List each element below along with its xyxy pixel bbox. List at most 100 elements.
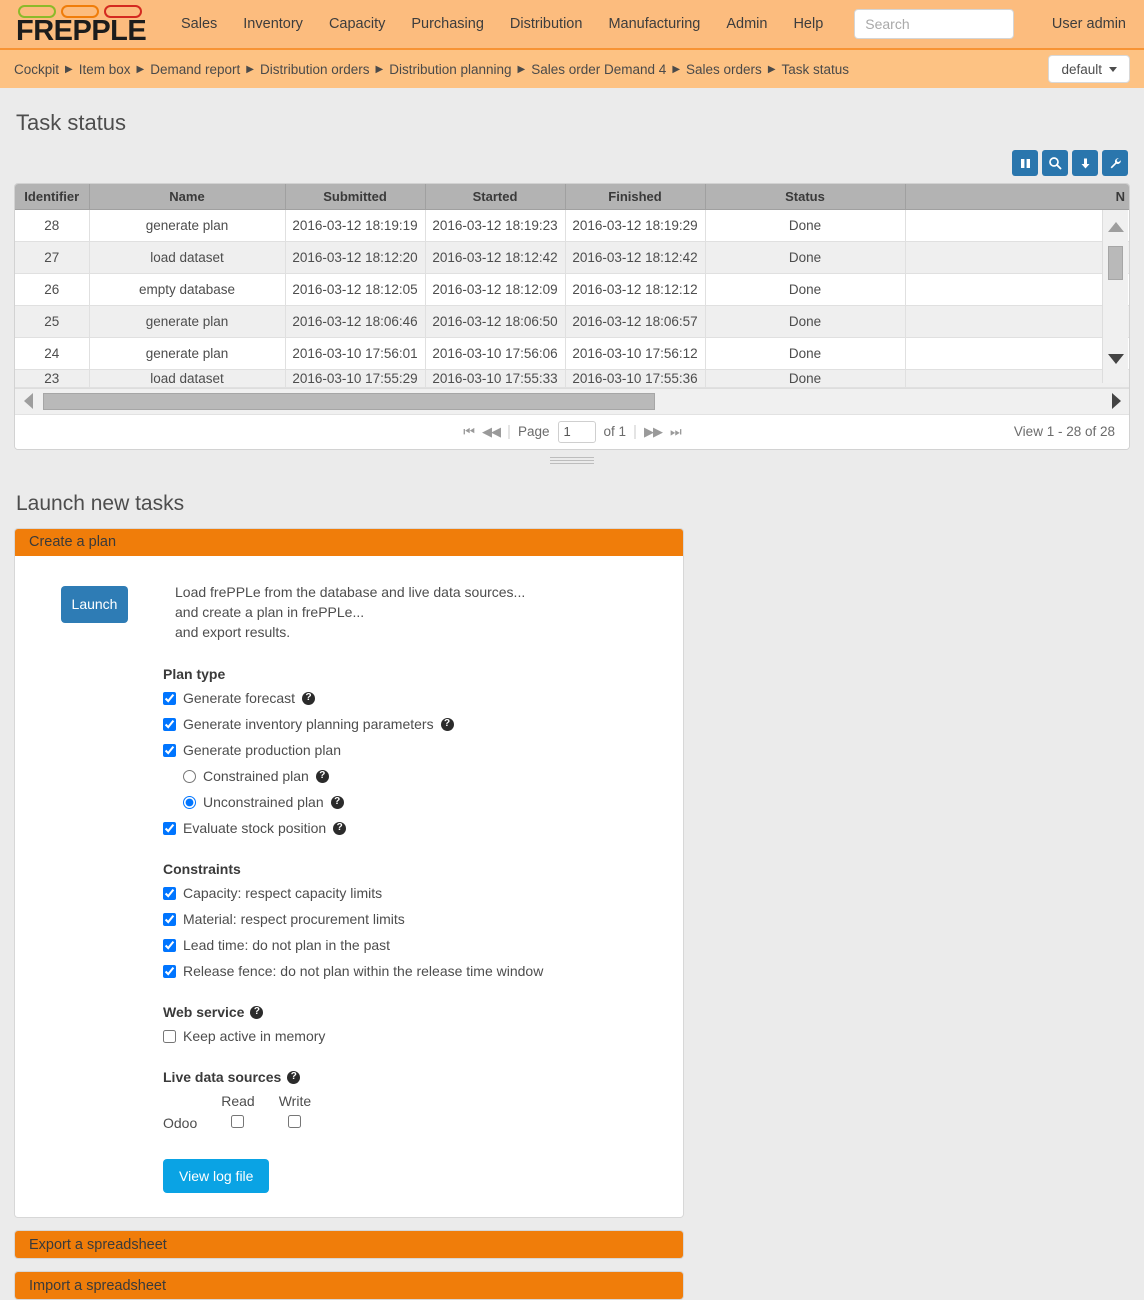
database-selector[interactable]: default bbox=[1048, 55, 1130, 83]
vertical-scrollbar-thumb[interactable] bbox=[1108, 246, 1123, 280]
radio-constrained-plan[interactable] bbox=[183, 769, 196, 783]
help-icon[interactable]: ? bbox=[315, 769, 329, 783]
option-generate-inventory-planning-parameters[interactable]: Generate inventory planning parameters ? bbox=[163, 711, 661, 737]
checkbox-capacity-constraint[interactable] bbox=[163, 886, 176, 900]
checkbox-lead-time-constraint[interactable] bbox=[163, 938, 176, 952]
panel-header-import-a-spreadsheet[interactable]: Import a spreadsheet bbox=[15, 1272, 683, 1300]
table-row[interactable]: 25 generate plan 2016-03-12 18:06:46 201… bbox=[15, 305, 1129, 338]
page-number-input[interactable] bbox=[557, 420, 596, 443]
breadcrumb-item-sales-order-demand-4[interactable]: Sales order Demand 4 bbox=[531, 62, 666, 77]
settings-button[interactable] bbox=[1102, 150, 1128, 176]
column-header-write: Write bbox=[278, 1093, 312, 1110]
option-generate-production-plan[interactable]: Generate production plan bbox=[163, 737, 661, 763]
first-page-button[interactable]: ⏮ bbox=[463, 424, 475, 440]
column-header-status[interactable]: Status bbox=[705, 184, 906, 210]
horizontal-scrollbar-thumb[interactable] bbox=[43, 392, 655, 410]
last-page-button[interactable]: ⏭ bbox=[670, 424, 682, 440]
nav-item-sales[interactable]: Sales bbox=[168, 10, 230, 38]
search-input[interactable] bbox=[854, 9, 1015, 39]
cell-started: 2016-03-12 18:06:50 bbox=[425, 305, 566, 338]
horizontal-scrollbar[interactable] bbox=[15, 387, 1129, 414]
option-capacity-constraint[interactable]: Capacity: respect capacity limits bbox=[163, 880, 661, 906]
breadcrumb-item-cockpit[interactable]: Cockpit bbox=[14, 62, 59, 77]
help-icon[interactable]: ? bbox=[302, 691, 316, 705]
previous-page-button[interactable]: ◀◀ bbox=[482, 424, 501, 440]
page-title: Task status bbox=[16, 110, 127, 135]
breadcrumb-item-task-status[interactable]: Task status bbox=[782, 62, 850, 77]
scroll-up-button[interactable] bbox=[1103, 215, 1128, 239]
nav-item-manufacturing[interactable]: Manufacturing bbox=[595, 10, 713, 38]
view-log-file-button[interactable]: View log file bbox=[163, 1159, 270, 1194]
breadcrumb-item-distribution-planning[interactable]: Distribution planning bbox=[389, 62, 511, 77]
nav-item-help[interactable]: Help bbox=[780, 10, 836, 38]
table-row[interactable]: 27 load dataset 2016-03-12 18:12:20 2016… bbox=[15, 241, 1129, 274]
column-header-started[interactable]: Started bbox=[425, 184, 566, 210]
breadcrumb-bar: Cockpit ▶ Item box ▶ Demand report ▶ Dis… bbox=[0, 50, 1144, 88]
grip-line bbox=[550, 462, 594, 464]
help-icon[interactable]: ? bbox=[330, 795, 344, 809]
cell-submitted: 2016-03-12 18:19:19 bbox=[285, 209, 426, 242]
help-icon[interactable]: ? bbox=[333, 821, 347, 835]
option-keep-active-in-memory[interactable]: Keep active in memory bbox=[163, 1023, 661, 1049]
checkbox-material-constraint[interactable] bbox=[163, 912, 176, 926]
description-line-2: and create a plan in frePPLe... bbox=[175, 603, 365, 620]
column-header-submitted[interactable]: Submitted bbox=[285, 184, 426, 210]
panel-header-export-a-spreadsheet[interactable]: Export a spreadsheet bbox=[15, 1231, 683, 1259]
export-button[interactable] bbox=[1072, 150, 1098, 176]
nav-item-admin[interactable]: Admin bbox=[713, 10, 780, 38]
nav-item-inventory[interactable]: Inventory bbox=[230, 10, 316, 38]
option-lead-time-constraint[interactable]: Lead time: do not plan in the past bbox=[163, 932, 661, 958]
checkbox-evaluate-stock-position[interactable] bbox=[163, 821, 176, 835]
column-header-finished[interactable]: Finished bbox=[565, 184, 706, 210]
checkbox-odoo-write[interactable] bbox=[288, 1115, 302, 1129]
user-menu[interactable]: User admin bbox=[1052, 16, 1126, 32]
breadcrumb-item-demand-report[interactable]: Demand report bbox=[150, 62, 240, 77]
pause-button[interactable] bbox=[1012, 150, 1038, 176]
cell-status: Done bbox=[705, 369, 906, 388]
vertical-scrollbar[interactable] bbox=[1102, 210, 1128, 383]
checkbox-odoo-read[interactable] bbox=[231, 1115, 245, 1129]
option-generate-forecast[interactable]: Generate forecast ? bbox=[163, 685, 661, 711]
group-title-plan-type: Plan type bbox=[163, 666, 661, 682]
cell-odoo-read bbox=[209, 1113, 266, 1133]
checkbox-generate-forecast[interactable] bbox=[163, 691, 176, 705]
help-icon[interactable]: ? bbox=[287, 1070, 301, 1084]
table-row[interactable]: 23 load dataset 2016-03-10 17:55:29 2016… bbox=[15, 369, 1129, 388]
breadcrumb-item-item-box[interactable]: Item box bbox=[79, 62, 131, 77]
nav-item-distribution[interactable]: Distribution bbox=[497, 10, 596, 38]
option-material-constraint[interactable]: Material: respect procurement limits bbox=[163, 906, 661, 932]
help-icon[interactable]: ? bbox=[440, 717, 454, 731]
breadcrumb-item-sales-orders[interactable]: Sales orders bbox=[686, 62, 762, 77]
main-nav: Sales Inventory Capacity Purchasing Dist… bbox=[168, 10, 836, 38]
launch-button[interactable]: Launch bbox=[61, 585, 128, 623]
table-row[interactable]: 24 generate plan 2016-03-10 17:56:01 201… bbox=[15, 337, 1129, 370]
column-header-identifier[interactable]: Identifier bbox=[15, 184, 90, 210]
option-unconstrained-plan[interactable]: Unconstrained plan ? bbox=[163, 789, 661, 815]
table-row[interactable]: 26 empty database 2016-03-12 18:12:05 20… bbox=[15, 273, 1129, 306]
scroll-down-button[interactable] bbox=[1103, 347, 1128, 371]
checkbox-generate-inventory-planning-parameters[interactable] bbox=[163, 717, 176, 731]
option-evaluate-stock-position[interactable]: Evaluate stock position ? bbox=[163, 815, 661, 841]
help-icon[interactable]: ? bbox=[250, 1005, 264, 1019]
table-row[interactable]: 28 generate plan 2016-03-12 18:19:19 201… bbox=[15, 209, 1129, 242]
breadcrumb-item-distribution-orders[interactable]: Distribution orders bbox=[260, 62, 370, 77]
nav-item-capacity[interactable]: Capacity bbox=[316, 10, 398, 38]
scroll-right-button[interactable] bbox=[1103, 389, 1129, 414]
column-header-name[interactable]: Name bbox=[89, 184, 286, 210]
checkbox-keep-active-in-memory[interactable] bbox=[163, 1029, 176, 1043]
panel-header-create-a-plan[interactable]: Create a plan bbox=[15, 528, 683, 556]
description-line-1: Load frePPLe from the database and live … bbox=[175, 583, 526, 600]
cell-submitted: 2016-03-12 18:06:46 bbox=[285, 305, 426, 338]
option-constrained-plan[interactable]: Constrained plan ? bbox=[163, 763, 661, 789]
grid-resize-handle[interactable] bbox=[550, 455, 594, 466]
option-release-fence-constraint[interactable]: Release fence: do not plan within the re… bbox=[163, 958, 661, 984]
next-page-button[interactable]: ▶▶ bbox=[644, 424, 663, 440]
nav-item-purchasing[interactable]: Purchasing bbox=[398, 10, 497, 38]
freppple-logo[interactable]: FREPPLE bbox=[14, 4, 150, 45]
radio-unconstrained-plan[interactable] bbox=[183, 795, 196, 809]
scroll-left-button[interactable] bbox=[15, 393, 41, 409]
column-header-message[interactable]: N bbox=[905, 184, 1129, 210]
checkbox-generate-production-plan[interactable] bbox=[163, 743, 176, 757]
filter-button[interactable] bbox=[1042, 150, 1068, 176]
checkbox-release-fence-constraint[interactable] bbox=[163, 964, 176, 978]
